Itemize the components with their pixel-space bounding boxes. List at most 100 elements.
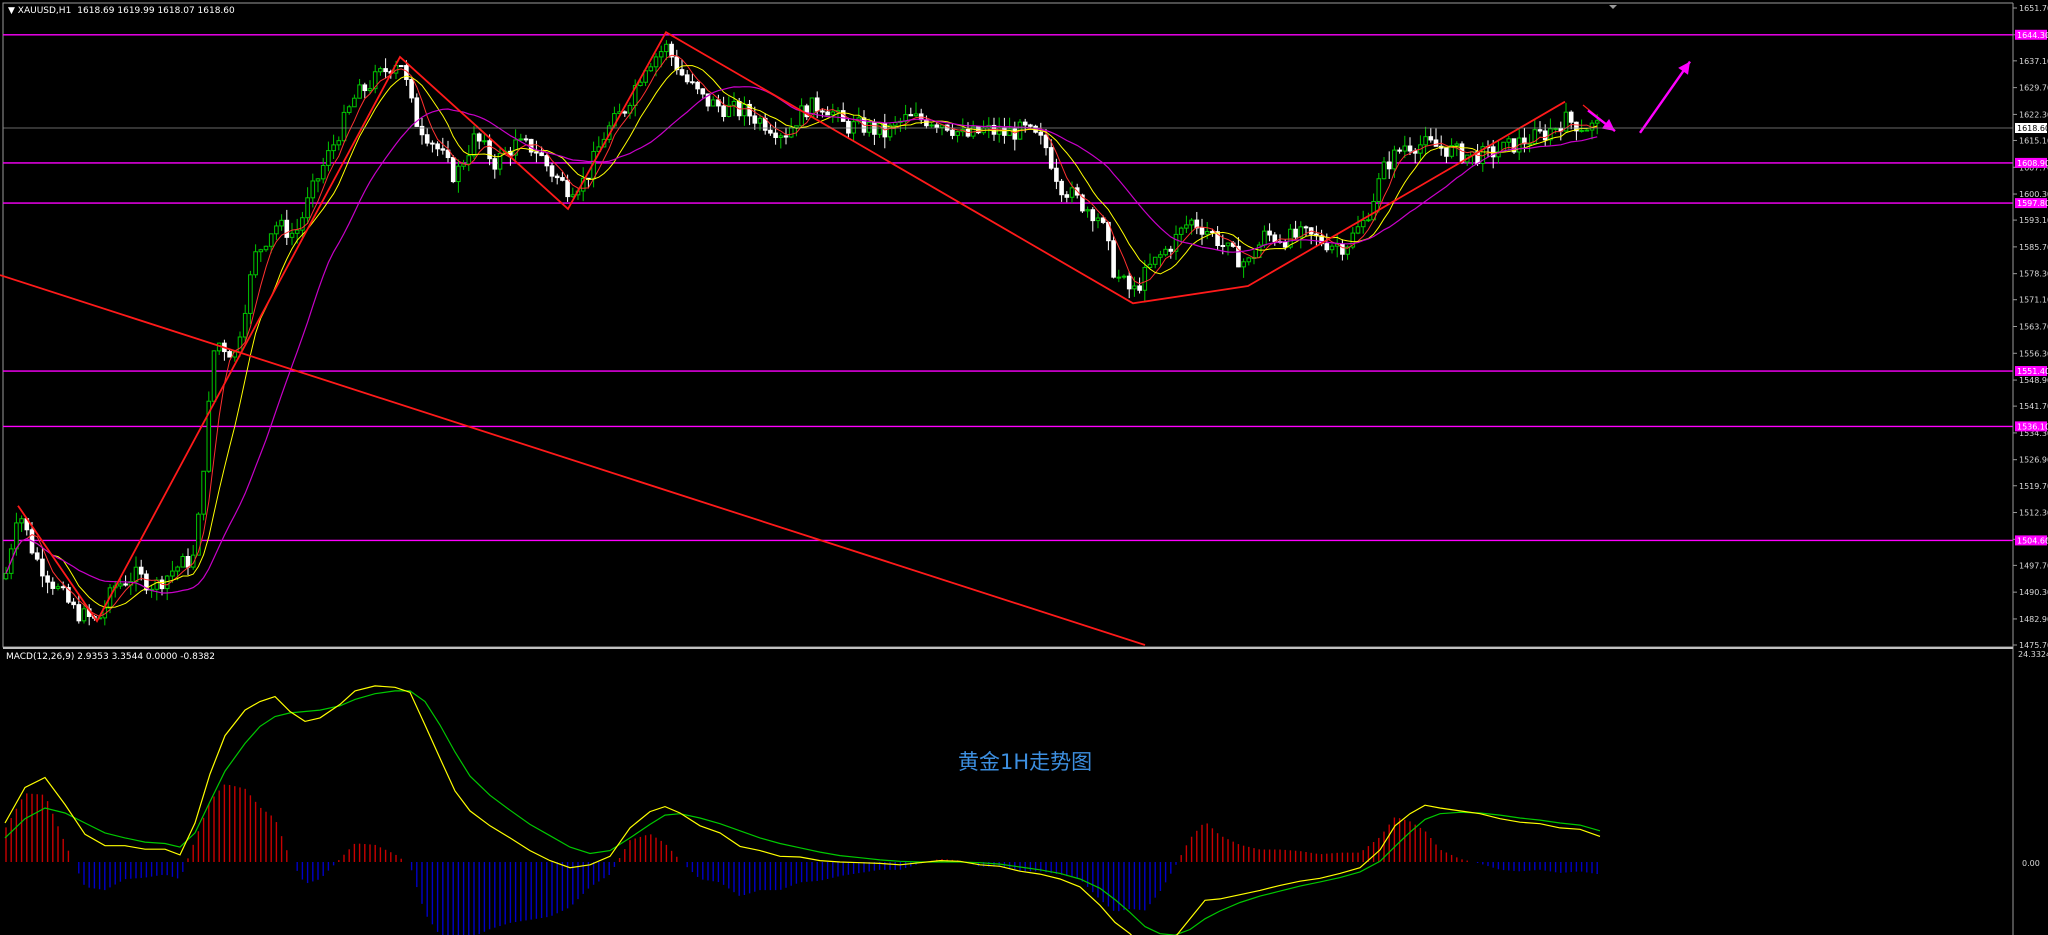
candle-body <box>1423 136 1428 146</box>
candle-body <box>1147 263 1153 268</box>
price-tick-label: 1541.70 <box>2019 402 2048 411</box>
candle-body <box>1121 275 1127 278</box>
candle-body <box>752 115 758 124</box>
price-tick-label: 1482.90 <box>2019 615 2048 624</box>
candle-body <box>1282 241 1288 248</box>
candle-body <box>367 88 373 92</box>
candle-body <box>664 43 669 53</box>
candle-body <box>794 125 799 129</box>
candle-body <box>1262 230 1267 246</box>
candle-body <box>1012 128 1018 140</box>
candle-body <box>820 110 825 113</box>
candle-body <box>1054 167 1059 182</box>
candle-body <box>237 336 243 353</box>
macd-max-tick: 24.3324 <box>2018 650 2048 659</box>
candle-body <box>3 572 9 580</box>
candle-body <box>1303 226 1309 229</box>
candle-body <box>211 350 217 402</box>
chart-background <box>0 0 2048 935</box>
price-tick-label: 1563.70 <box>2019 323 2048 332</box>
candle-body <box>1022 121 1028 126</box>
price-axis[interactable]: 1651.70 1644.30 1637.10 1629.70 1622.30 1615.… <box>2012 0 2048 935</box>
candle-body <box>1329 245 1335 251</box>
candle-body <box>908 114 914 117</box>
candle-body <box>138 566 144 575</box>
candle-body <box>1028 124 1033 127</box>
candle-body <box>539 152 544 157</box>
candle-body <box>721 105 726 117</box>
candle-body <box>1178 227 1184 235</box>
candle-body <box>1064 194 1070 198</box>
candle-body <box>60 586 66 589</box>
candle-body <box>653 56 659 68</box>
price-tick-label: 1526.90 <box>2019 456 2048 465</box>
chart-root: ▼ XAUUSD,H1 1618.69 1619.99 1618.07 1618.… <box>0 0 2048 935</box>
candle-body <box>1168 248 1174 252</box>
candle-body <box>45 575 50 583</box>
symbol-label: XAUUSD,H1 <box>18 6 72 16</box>
chart-header: ▼ XAUUSD,H1 1618.69 1619.99 1618.07 1618.… <box>8 6 235 16</box>
candle-body <box>565 179 570 198</box>
candle-body <box>523 138 529 141</box>
candle-body <box>955 131 960 136</box>
candle-body <box>331 144 336 152</box>
candle-body <box>383 68 388 73</box>
candle-body <box>50 581 56 589</box>
candle-body <box>913 113 919 117</box>
candle-body <box>471 133 477 157</box>
level-tag-value: 1597.80 <box>2017 199 2048 208</box>
candle-body <box>1184 224 1189 229</box>
candle-body <box>1100 217 1106 223</box>
candle-body <box>710 99 716 107</box>
candle-body <box>398 65 404 68</box>
candle-body <box>825 111 830 116</box>
candle-body <box>783 135 789 138</box>
candle-body <box>695 81 700 90</box>
price-tick-label: 1651.70 <box>2019 4 2048 13</box>
candle-body <box>1142 266 1148 291</box>
candle-body <box>1568 111 1574 123</box>
candle-body <box>1199 227 1205 235</box>
candle-body <box>274 225 279 235</box>
candle-body <box>1584 129 1590 132</box>
candle-body <box>201 470 206 515</box>
candle-body <box>279 219 284 227</box>
candle-body <box>799 105 804 127</box>
candle-body <box>840 110 846 122</box>
price-tick-label: 1585.70 <box>2019 243 2048 252</box>
level-tag-value: 1551.40 <box>2017 367 2048 376</box>
candle-body <box>492 158 498 170</box>
candle-body <box>1407 145 1413 152</box>
candle-body <box>684 74 690 83</box>
candle-body <box>133 566 139 583</box>
candle-body <box>482 140 487 143</box>
candle-body <box>34 552 40 560</box>
candle-body <box>622 111 628 114</box>
candle-body <box>1158 254 1163 258</box>
candle-body <box>929 124 934 127</box>
price-tick-label: 1593.10 <box>2019 216 2048 225</box>
candle-body <box>1048 147 1054 169</box>
price-tick-label: 1578.30 <box>2019 270 2048 279</box>
price-tick-label: 1519.70 <box>2019 482 2048 491</box>
candle-body <box>435 143 440 150</box>
price-tick-label: 1512.30 <box>2019 509 2048 518</box>
candle-body <box>1210 231 1215 234</box>
candle-body <box>76 604 82 622</box>
candle-body <box>81 608 87 622</box>
candle-body <box>170 570 175 577</box>
candle-body <box>320 164 326 180</box>
candle-body <box>424 134 430 144</box>
price-tick-label: 1629.70 <box>2019 84 2048 93</box>
candle-body <box>352 97 357 108</box>
candle-body <box>1542 130 1548 141</box>
candle-body <box>731 100 737 106</box>
candle-body <box>1397 149 1402 152</box>
candle-body <box>336 140 342 146</box>
price-tick-label: 1475.70 <box>2019 641 2048 650</box>
candle-body <box>1059 180 1064 196</box>
level-tag-value: 1504.60 <box>2017 536 2048 545</box>
candle-body <box>346 106 352 113</box>
candle-body <box>1459 143 1465 163</box>
candle-body <box>700 88 706 95</box>
